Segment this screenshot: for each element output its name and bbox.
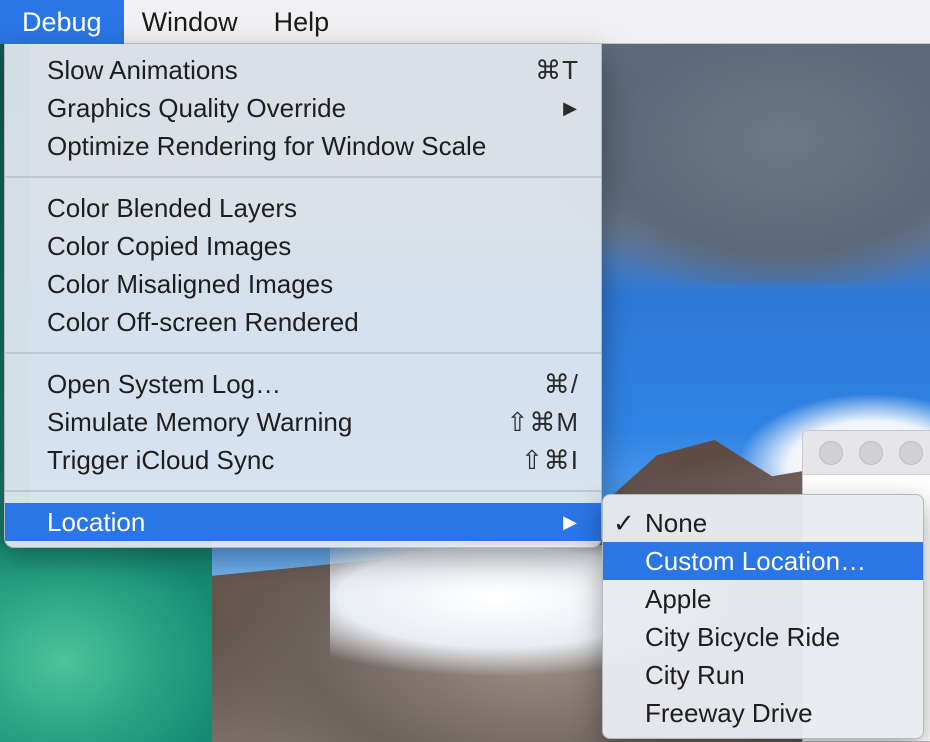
- menu-item-label: Color Misaligned Images: [47, 269, 334, 299]
- menu-item-color-misaligned-images[interactable]: Color Misaligned Images: [5, 265, 601, 303]
- menu-item-label: Color Copied Images: [47, 231, 292, 261]
- menu-item-color-copied-images[interactable]: Color Copied Images: [5, 227, 601, 265]
- location-item-apple[interactable]: Apple: [603, 580, 923, 618]
- submenu-arrow-icon: ▶: [563, 512, 577, 532]
- menu-item-label: Simulate Memory Warning: [47, 407, 353, 437]
- menu-item-open-system-log[interactable]: Open System Log… ⌘/: [5, 365, 601, 403]
- menu-item-graphics-quality-override[interactable]: Graphics Quality Override ▶: [5, 89, 601, 127]
- menu-separator: [5, 165, 601, 189]
- wallpaper-ocean: [0, 540, 212, 742]
- menu-item-label: Color Blended Layers: [47, 193, 298, 223]
- window-titlebar[interactable]: [803, 431, 930, 475]
- debug-menu: Slow Animations ⌘T Graphics Quality Over…: [4, 44, 602, 548]
- menu-item-slow-animations[interactable]: Slow Animations ⌘T: [5, 51, 601, 89]
- location-item-city-run[interactable]: City Run: [603, 656, 923, 694]
- location-item-none[interactable]: ✓ None: [603, 504, 923, 542]
- menu-separator: [5, 341, 601, 365]
- menu-item-shortcut: ⌘T: [535, 55, 579, 85]
- menu-item-shortcut: ⌘/: [543, 369, 579, 399]
- wallpaper-cloud: [560, 44, 930, 284]
- menu-item-label: Trigger iCloud Sync: [47, 445, 275, 475]
- menu-item-label: Slow Animations: [47, 55, 238, 85]
- location-item-label: Custom Location…: [645, 546, 867, 576]
- location-item-label: Freeway Drive: [645, 698, 813, 728]
- location-submenu: ✓ None Custom Location… Apple City Bicyc…: [602, 494, 924, 739]
- menubar-debug[interactable]: Debug: [0, 0, 124, 44]
- location-item-label: City Run: [645, 660, 745, 690]
- location-item-label: None: [645, 508, 708, 538]
- desktop: Debug Window Help Slow Animations ⌘T Gra…: [0, 0, 930, 742]
- location-item-freeway-drive[interactable]: Freeway Drive: [603, 694, 923, 732]
- menu-item-simulate-memory-warning[interactable]: Simulate Memory Warning ⇧⌘M: [5, 403, 601, 441]
- location-item-city-bicycle-ride[interactable]: City Bicycle Ride: [603, 618, 923, 656]
- menu-item-shortcut: ⇧⌘M: [506, 407, 579, 437]
- menu-item-label: Optimize Rendering for Window Scale: [47, 131, 487, 161]
- menu-item-label: Graphics Quality Override: [47, 93, 347, 123]
- location-item-custom-location[interactable]: Custom Location…: [603, 542, 923, 580]
- menu-bar: Debug Window Help: [0, 0, 930, 44]
- window-minimize-button[interactable]: [859, 440, 883, 465]
- menu-item-label: Open System Log…: [47, 369, 282, 399]
- menu-item-label: Color Off-screen Rendered: [47, 307, 359, 337]
- window-close-button[interactable]: [819, 440, 843, 465]
- menu-item-shortcut: ⇧⌘I: [520, 445, 579, 475]
- menubar-help[interactable]: Help: [256, 0, 348, 44]
- location-item-label: Apple: [645, 584, 712, 614]
- menu-item-color-blended-layers[interactable]: Color Blended Layers: [5, 189, 601, 227]
- submenu-arrow-icon: ▶: [563, 98, 577, 118]
- menu-item-location[interactable]: Location ▶: [5, 503, 601, 541]
- menubar-window[interactable]: Window: [124, 0, 256, 44]
- menu-separator: [5, 479, 601, 503]
- window-zoom-button[interactable]: [899, 440, 923, 465]
- location-item-label: City Bicycle Ride: [645, 622, 841, 652]
- menu-item-trigger-icloud-sync[interactable]: Trigger iCloud Sync ⇧⌘I: [5, 441, 601, 479]
- menu-item-label: Location: [47, 507, 146, 537]
- menu-item-color-offscreen-rendered[interactable]: Color Off-screen Rendered: [5, 303, 601, 341]
- menu-item-optimize-rendering[interactable]: Optimize Rendering for Window Scale: [5, 127, 601, 165]
- checkmark-icon: ✓: [613, 508, 635, 538]
